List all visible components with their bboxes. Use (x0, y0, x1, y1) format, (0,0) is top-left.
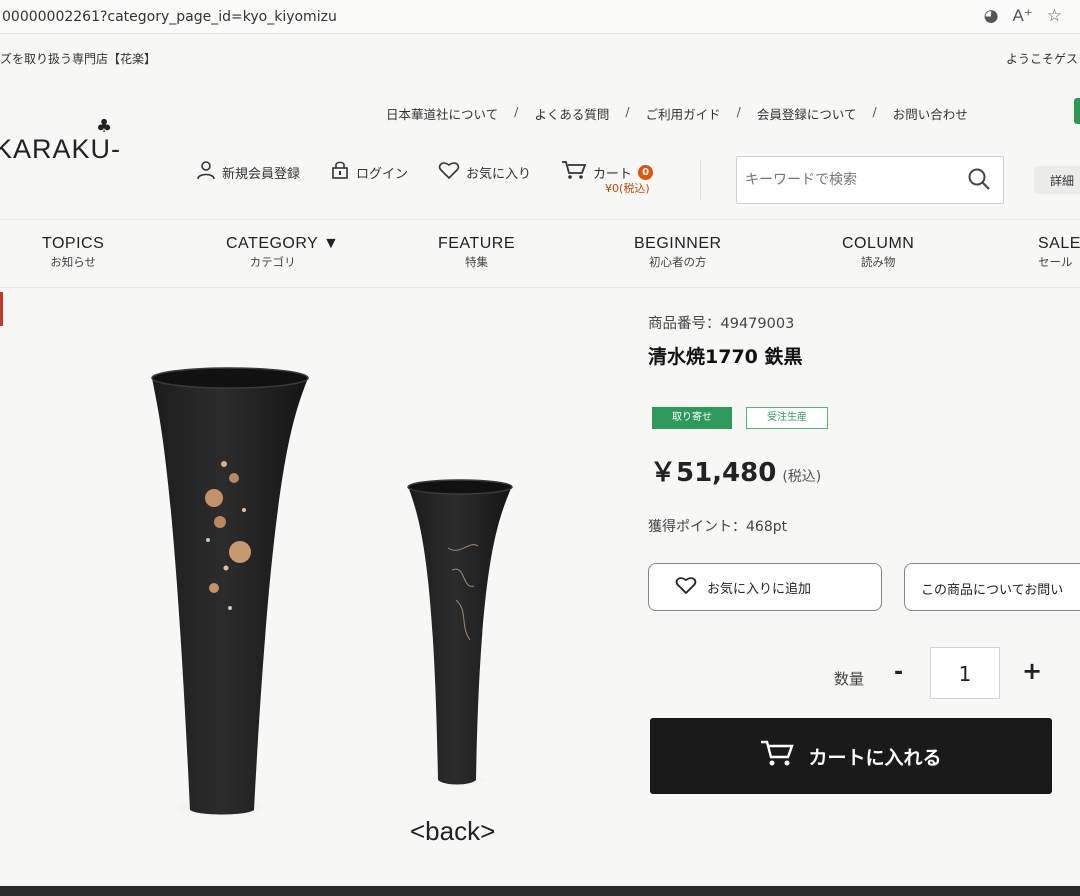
header-divider (700, 160, 701, 200)
cart-count-badge: 0 (638, 165, 654, 180)
global-nav: TOPICS お知らせ CATEGORY ▼ カテゴリ FEATURE 特集 B… (0, 222, 1080, 288)
subnav-separator: / (514, 104, 519, 119)
order-tag-badge: 取り寄せ (652, 407, 732, 429)
lock-icon (330, 160, 350, 185)
add-to-cart-button[interactable]: カートに入れる (650, 718, 1052, 794)
made-to-order-badge: 受注生産 (746, 407, 828, 429)
green-tab-edge[interactable] (1074, 98, 1080, 124)
add-favorite-label: お気に入りに追加 (707, 581, 812, 597)
search-box (736, 156, 1004, 204)
shop-tagline: ズを取り扱う専門店【花楽】 (0, 52, 157, 66)
eye-slash-icon[interactable]: ◕ (984, 6, 999, 26)
read-aloud-icon[interactable]: A⁺ (1012, 6, 1032, 26)
nav-sale[interactable]: SALE セール (1038, 235, 1080, 270)
cart-total: ¥0(税込) (605, 182, 650, 195)
cart-icon (561, 160, 587, 185)
back-link[interactable]: <back> (410, 816, 495, 847)
nav-column-ja: 読み物 (860, 255, 896, 269)
subnav-item-faq[interactable]: よくある質問 (534, 104, 609, 123)
quantity-increment-button[interactable]: + (1022, 657, 1042, 685)
nav-category[interactable]: CATEGORY ▼ カテゴリ (226, 235, 339, 270)
quantity-decrement-button[interactable]: - (894, 660, 903, 685)
screen-bottom-edge (0, 886, 1080, 896)
site-logo[interactable]: KARAKU- (0, 134, 121, 165)
heart-icon (438, 160, 460, 185)
cart-link[interactable]: カート 0 ¥0(税込) (561, 160, 654, 195)
login-label: ログイン (356, 167, 409, 182)
browser-address-bar[interactable]: 00000002261?category_page_id=kyo_kiyomiz… (0, 0, 1080, 34)
nav-feature-ja: 特集 (464, 255, 488, 269)
reward-points: 獲得ポイント：468pt (648, 519, 788, 535)
register-label: 新規会員登録 (222, 167, 301, 182)
heart-icon (675, 575, 697, 600)
browser-toolbar-icons: ◕ A⁺ ☆ (984, 6, 1062, 26)
quantity-label: 数量 (834, 670, 865, 688)
product-sku: 商品番号：49479003 (648, 316, 795, 332)
nav-sale-ja: セール (1038, 255, 1073, 269)
cart-icon (760, 739, 795, 774)
subnav-item-guide[interactable]: ご利用ガイド (646, 104, 721, 123)
quantity-input[interactable]: 1 (930, 647, 1000, 699)
register-link[interactable]: 新規会員登録 (196, 160, 300, 185)
nav-category-ja: カテゴリ (249, 255, 296, 269)
add-favorite-button[interactable]: お気に入りに追加 (648, 563, 882, 611)
site-header: ♣ KARAKU- 日本華道社について / よくある質問 / ご利用ガイド / … (0, 86, 1080, 220)
subnav-separator: / (872, 104, 877, 119)
login-link[interactable]: ログイン (330, 160, 408, 185)
user-icon (196, 160, 216, 185)
product-image (130, 360, 550, 830)
search-icon[interactable] (967, 167, 991, 197)
subnav-separator: / (625, 104, 630, 119)
product-name: 清水焼1770 鉄黒 (648, 346, 803, 368)
subnav-item-membership[interactable]: 会員登録について (757, 104, 857, 123)
nav-feature[interactable]: FEATURE 特集 (438, 235, 515, 270)
nav-beginner[interactable]: BEGINNER 初心者の方 (634, 235, 722, 270)
detail-search-button[interactable]: 詳細 (1034, 166, 1080, 194)
nav-column[interactable]: COLUMN 読み物 (842, 235, 914, 270)
nav-category-en: CATEGORY ▼ (226, 235, 340, 252)
add-to-cart-label: カートに入れる (808, 746, 942, 769)
favorites-label: お気に入り (466, 167, 532, 182)
subnav-separator: / (736, 104, 741, 119)
nav-sale-en: SALE (1038, 235, 1080, 252)
nav-feature-en: FEATURE (438, 235, 515, 252)
utility-nav: 日本華道社について / よくある質問 / ご利用ガイド / 会員登録について /… (386, 104, 968, 123)
subnav-item-about[interactable]: 日本華道社について (386, 104, 498, 123)
search-input[interactable] (737, 157, 957, 203)
product-price: ￥51,480 (税込) (650, 452, 821, 489)
welcome-text: ようこそゲス (1005, 52, 1078, 66)
nav-topics-en: TOPICS (42, 235, 105, 252)
nav-column-en: COLUMN (842, 235, 915, 252)
nav-beginner-ja: 初心者の方 (649, 255, 707, 269)
nav-beginner-en: BEGINNER (634, 235, 722, 252)
nav-topics[interactable]: TOPICS お知らせ (42, 235, 104, 270)
member-links: 新規会員登録 ログイン お気に入り カート 0 ¥0(税込) (196, 160, 683, 195)
url-text[interactable]: 00000002261?category_page_id=kyo_kiyomiz… (0, 9, 337, 25)
side-tab-edge[interactable] (0, 292, 3, 326)
price-tax-note: (税込) (782, 469, 822, 485)
subnav-item-contact[interactable]: お問い合わせ (893, 104, 968, 123)
star-icon[interactable]: ☆ (1047, 6, 1062, 26)
nav-topics-ja: お知らせ (50, 255, 97, 269)
product-inquiry-button[interactable]: この商品についてお問い (904, 563, 1080, 611)
price-value: ￥51,480 (650, 458, 777, 488)
favorites-link[interactable]: お気に入り (438, 160, 531, 185)
